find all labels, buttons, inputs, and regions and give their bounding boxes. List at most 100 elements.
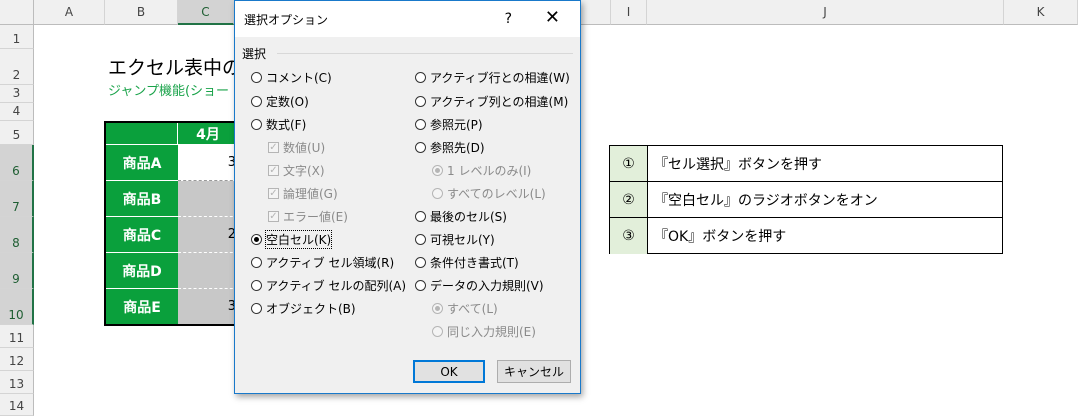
- radio-icon[interactable]: [251, 119, 262, 130]
- checkbox-checked-icon: ✓: [268, 211, 279, 222]
- option-precedents[interactable]: 参照元(P): [415, 116, 483, 133]
- row-header-2[interactable]: 2: [0, 49, 34, 85]
- radio-selected-icon[interactable]: [251, 234, 262, 245]
- radio-icon[interactable]: [251, 257, 262, 268]
- option-data-validation[interactable]: データの入力規則(V): [415, 277, 544, 294]
- checkbox-checked-icon: ✓: [268, 188, 279, 199]
- radio-icon: [432, 326, 443, 337]
- radio-icon[interactable]: [415, 280, 426, 291]
- option-comment[interactable]: コメント(C): [251, 69, 332, 86]
- row-header-8[interactable]: 8: [0, 217, 34, 253]
- cancel-button[interactable]: キャンセル: [497, 360, 571, 383]
- row-header-3[interactable]: 3: [0, 85, 34, 103]
- option-constants[interactable]: 定数(O): [251, 93, 309, 110]
- col-header-a[interactable]: A: [34, 0, 105, 25]
- table-header-blank[interactable]: [106, 123, 178, 145]
- option-dependents[interactable]: 参照先(D): [415, 139, 485, 156]
- instruction-number: ②: [610, 182, 648, 217]
- instruction-text: 『空白セル』のラジオボタンをオン: [654, 192, 878, 209]
- row-header-4[interactable]: 4: [0, 103, 34, 121]
- option-row-differences[interactable]: アクティブ行との相違(W): [415, 69, 570, 86]
- product-name-e[interactable]: 商品E: [106, 289, 178, 324]
- sheet-title: エクセル表中の: [108, 57, 242, 79]
- option-conditional-formats[interactable]: 条件付き書式(T): [415, 254, 519, 271]
- instruction-table: ① 『セル選択』ボタンを押す ② 『空白セル』のラジオボタンをオン ③ 『OK』…: [609, 145, 1003, 254]
- group-divider: [277, 53, 573, 54]
- instruction-row[interactable]: ③ 『OK』ボタンを押す: [610, 218, 1002, 254]
- row-header-14[interactable]: 14: [0, 394, 34, 416]
- instruction-text: 『セル選択』ボタンを押す: [654, 156, 822, 173]
- col-header-b[interactable]: B: [105, 0, 178, 25]
- checkbox-checked-icon: ✓: [268, 142, 279, 153]
- select-all-corner[interactable]: [0, 0, 34, 25]
- row-header-7[interactable]: 7: [0, 181, 34, 217]
- radio-icon[interactable]: [415, 234, 426, 245]
- product-value-a[interactable]: 3: [178, 145, 238, 181]
- radio-icon[interactable]: [251, 72, 262, 83]
- product-name-c[interactable]: 商品C: [106, 217, 178, 253]
- row-header-1[interactable]: 1: [0, 25, 34, 49]
- product-value-d[interactable]: [178, 253, 238, 289]
- product-name-d[interactable]: 商品D: [106, 253, 178, 289]
- instruction-number: ③: [610, 218, 648, 254]
- option-all-levels: すべてのレベル(L): [432, 185, 546, 202]
- option-column-differences[interactable]: アクティブ列との相違(M): [415, 93, 568, 110]
- row-header-13[interactable]: 13: [0, 371, 34, 394]
- option-logicals: ✓ 論理値(G): [268, 187, 338, 201]
- product-value-c[interactable]: 2: [178, 217, 238, 253]
- radio-selected-icon: [432, 165, 443, 176]
- col-header-i[interactable]: I: [611, 0, 647, 25]
- radio-icon[interactable]: [251, 303, 262, 314]
- product-name-b[interactable]: 商品B: [106, 181, 178, 217]
- radio-icon[interactable]: [415, 211, 426, 222]
- row-header-5[interactable]: 5: [0, 121, 34, 145]
- option-current-array[interactable]: アクティブ セルの配列(A): [251, 277, 406, 294]
- option-objects[interactable]: オブジェクト(B): [251, 300, 356, 317]
- group-label: 選択: [242, 47, 267, 61]
- dialog-title: 選択オプション: [244, 12, 329, 27]
- radio-icon[interactable]: [415, 142, 426, 153]
- sheet-subtitle: ジャンプ機能(ショー: [108, 84, 230, 99]
- radio-icon[interactable]: [251, 280, 262, 291]
- ok-button[interactable]: OK: [413, 360, 485, 383]
- instruction-row[interactable]: ① 『セル選択』ボタンを押す: [610, 146, 1002, 182]
- close-icon[interactable]: ✕: [545, 7, 560, 28]
- dialog-titlebar[interactable]: 選択オプション ? ✕: [235, 1, 580, 37]
- col-header-h[interactable]: [581, 0, 611, 25]
- help-icon[interactable]: ?: [505, 11, 512, 27]
- option-validation-same: 同じ入力規則(E): [432, 323, 536, 340]
- radio-icon[interactable]: [415, 119, 426, 130]
- col-header-k[interactable]: K: [1004, 0, 1078, 25]
- table-header-month[interactable]: 4月: [178, 123, 238, 145]
- row-header-6[interactable]: 6: [0, 145, 34, 181]
- option-blanks[interactable]: 空白セル(K): [251, 230, 333, 249]
- row-header-12[interactable]: 12: [0, 348, 34, 371]
- option-direct-only: 1 レベルのみ(I): [432, 162, 531, 179]
- option-validation-all: すべて(L): [432, 300, 498, 317]
- col-header-j[interactable]: J: [647, 0, 1004, 25]
- radio-icon: [432, 188, 443, 199]
- product-name-a[interactable]: 商品A: [106, 145, 178, 181]
- row-header-9[interactable]: 9: [0, 253, 34, 289]
- select-options-dialog: 選択オプション ? ✕ 選択 コメント(C) 定数(O) 数式(F) ✓ 数値(…: [234, 0, 581, 394]
- radio-icon[interactable]: [251, 96, 262, 107]
- instruction-row[interactable]: ② 『空白セル』のラジオボタンをオン: [610, 182, 1002, 218]
- row-header-10[interactable]: 10: [0, 289, 34, 325]
- option-errors: ✓ エラー値(E): [268, 210, 348, 224]
- option-numbers: ✓ 数値(U): [268, 141, 326, 155]
- option-formulas[interactable]: 数式(F): [251, 116, 306, 133]
- radio-icon[interactable]: [415, 72, 426, 83]
- option-visible-cells[interactable]: 可視セル(Y): [415, 231, 495, 248]
- radio-icon[interactable]: [415, 96, 426, 107]
- row-header-11[interactable]: 11: [0, 325, 34, 348]
- product-value-e[interactable]: 3: [178, 289, 238, 324]
- option-current-region[interactable]: アクティブ セル領域(R): [251, 254, 394, 271]
- instruction-text: 『OK』ボタンを押す: [654, 229, 787, 245]
- radio-selected-icon: [432, 303, 443, 314]
- product-value-b[interactable]: [178, 181, 238, 217]
- col-header-c[interactable]: C: [178, 0, 234, 25]
- checkbox-checked-icon: ✓: [268, 165, 279, 176]
- option-last-cell[interactable]: 最後のセル(S): [415, 208, 507, 225]
- radio-icon[interactable]: [415, 257, 426, 268]
- instruction-number: ①: [610, 146, 648, 181]
